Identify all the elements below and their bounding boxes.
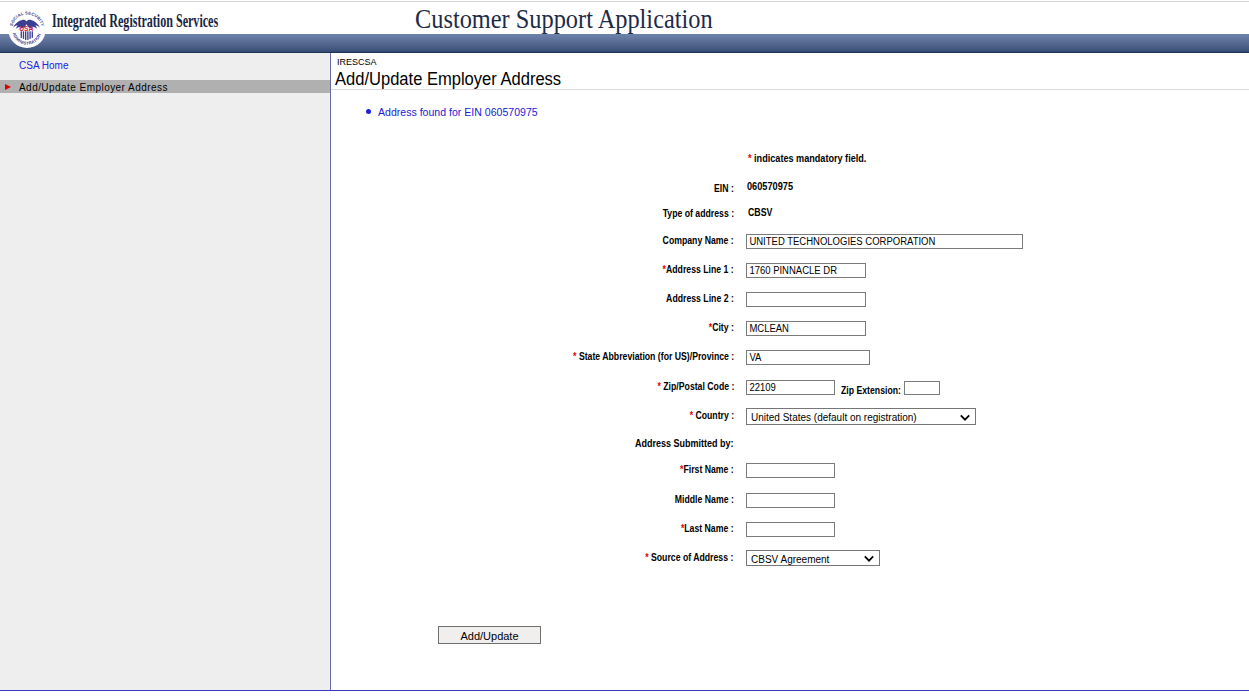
- svg-text:USA: USA: [19, 25, 33, 32]
